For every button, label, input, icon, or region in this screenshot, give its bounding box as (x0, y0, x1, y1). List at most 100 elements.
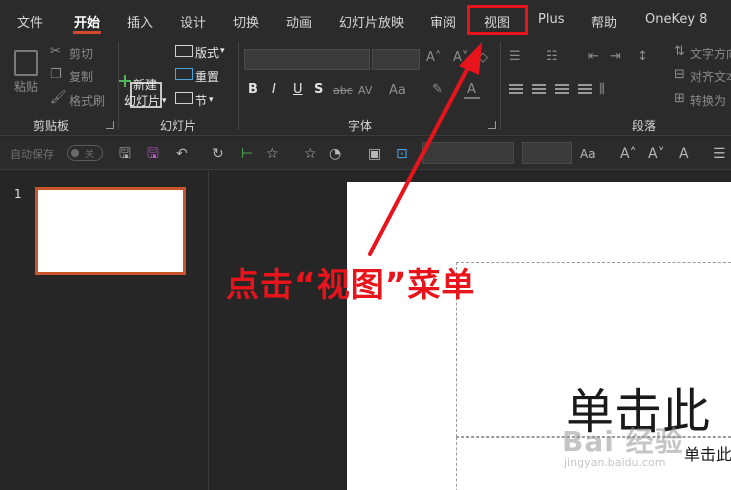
group-divider (500, 42, 501, 130)
decrease-font-icon[interactable]: A˅ (648, 146, 665, 162)
convert-smartart-icon[interactable]: ⊞ (674, 92, 685, 106)
change-case-button[interactable]: Aa (389, 84, 406, 98)
paragraph-group-label: 段落 (632, 119, 657, 133)
align-text-icon[interactable]: ⊟ (674, 68, 685, 82)
tab-transitions[interactable]: 切换 (233, 12, 259, 31)
watermark-brand: Bai 经验 (562, 425, 684, 458)
section-icon[interactable] (175, 92, 193, 104)
undo-icon[interactable]: ↶ (176, 146, 188, 162)
clipboard-launcher-icon[interactable] (106, 121, 114, 129)
layout-icon[interactable] (175, 45, 193, 57)
change-case-button[interactable]: Aa (580, 146, 596, 162)
columns-icon[interactable]: ⫼ (599, 83, 605, 97)
star-icon[interactable]: ☆ (266, 146, 279, 162)
reset-button[interactable]: 重置 (195, 68, 219, 85)
increase-font-icon[interactable]: A˄ (620, 146, 637, 162)
chevron-down-icon[interactable]: ▾ (220, 44, 225, 58)
decrease-font-icon[interactable]: A˅ (453, 51, 468, 65)
character-spacing-button[interactable]: AV (358, 84, 372, 98)
redo-icon[interactable]: ↻ (212, 146, 224, 162)
guide-icon[interactable]: ⊢ (241, 146, 253, 162)
convert-smartart-button[interactable]: 转换为 (690, 92, 726, 109)
watermark-url: jingyan.baidu.com (564, 456, 666, 469)
chevron-down-icon[interactable]: ▾ (162, 94, 167, 108)
bold-button[interactable]: B (248, 83, 258, 97)
tab-onekey[interactable]: OneKey 8 (645, 12, 707, 27)
font-launcher-icon[interactable] (488, 121, 496, 129)
slide-thumbnail[interactable] (35, 187, 186, 275)
numbering-icon[interactable]: ☷ (546, 50, 558, 64)
bullets-icon[interactable]: ☰ (713, 146, 726, 162)
font-color-bar (464, 97, 480, 99)
autosave-label: 自动保存 (10, 148, 54, 161)
tab-review[interactable]: 审阅 (430, 12, 456, 31)
subtitle-placeholder-text[interactable]: 单击此 (684, 441, 731, 465)
font-group-label: 字体 (348, 119, 373, 133)
save-as-icon[interactable]: 🖫 (147, 146, 159, 162)
toggle-knob (71, 149, 79, 157)
ribbon: 粘贴 ✂ 剪切 ❐ 复制 🖌 格式刷 剪贴板 新建 幻灯片 ▾ 版式 ▾ 重置 … (0, 38, 731, 136)
tab-file[interactable]: 文件 (17, 12, 43, 31)
tab-plus[interactable]: Plus (538, 12, 564, 27)
clipboard-group-label: 剪贴板 (33, 119, 70, 133)
clear-format-icon[interactable]: ◇ (478, 51, 488, 65)
copy-icon[interactable]: ❐ (50, 68, 62, 82)
layout-button[interactable]: 版式 (195, 44, 219, 61)
tab-help[interactable]: 帮助 (591, 12, 617, 31)
reset-icon[interactable] (175, 68, 193, 80)
text-direction-icon[interactable]: ⇅ (674, 45, 685, 59)
format-painter-icon[interactable]: 🖌 (50, 91, 67, 105)
highlight-icon[interactable]: ✎ (432, 83, 443, 97)
tab-animations[interactable]: 动画 (286, 12, 312, 31)
new-slide-label-line1[interactable]: 新建 (133, 76, 157, 93)
format-painter-button[interactable]: 格式刷 (69, 92, 105, 109)
group-divider (238, 42, 239, 130)
font-size-dropdown[interactable] (372, 49, 420, 70)
group-divider (118, 42, 119, 130)
text-direction-button[interactable]: 文字方向 (690, 45, 731, 62)
quick-access-toolbar: 自动保存 关 🖫 🖫 ↶ ↻ ⊢ ☆ ☆ ◔ ▣ ⊡ Aa A˄ A˅ A ☰ (0, 137, 731, 170)
chevron-down-icon[interactable]: ▾ (209, 93, 214, 107)
save-icon[interactable]: 🖫 (119, 146, 131, 162)
picture-icon[interactable]: ▣ (368, 146, 381, 162)
increase-indent-icon[interactable]: ⇥ (610, 50, 621, 64)
tab-insert[interactable]: 插入 (127, 12, 153, 31)
font-color-icon[interactable]: A (467, 83, 476, 97)
view-tab-highlight-box (467, 5, 528, 35)
align-left-icon[interactable] (509, 84, 523, 96)
align-text-button[interactable]: 对齐文本 (690, 68, 731, 85)
tab-design[interactable]: 设计 (180, 12, 206, 31)
scissors-icon[interactable]: ✂ (50, 45, 61, 59)
bullets-icon[interactable]: ☰ (509, 50, 521, 64)
shape-icon[interactable]: ☆ (304, 146, 317, 162)
paste-icon[interactable] (14, 50, 38, 76)
shadow-button[interactable]: S (314, 83, 323, 97)
copy-button[interactable]: 复制 (69, 68, 93, 85)
font-name-dropdown[interactable] (422, 142, 514, 164)
cut-button[interactable]: 剪切 (69, 45, 93, 62)
italic-button[interactable]: I (272, 83, 276, 97)
font-size-dropdown[interactable] (522, 142, 572, 164)
align-right-icon[interactable] (555, 84, 569, 96)
tab-slideshow[interactable]: 幻灯片放映 (339, 12, 404, 31)
crop-icon[interactable]: ⊡ (396, 146, 408, 162)
justify-icon[interactable] (578, 84, 592, 96)
font-color-icon[interactable]: A (679, 146, 689, 162)
line-spacing-icon[interactable]: ↕ (637, 50, 648, 64)
annotation-text: 点击“视图”菜单 (226, 265, 476, 304)
autosave-toggle[interactable]: 关 (67, 145, 103, 161)
tab-home[interactable]: 开始 (74, 12, 100, 31)
paste-label[interactable]: 粘贴 (14, 78, 38, 95)
increase-font-icon[interactable]: A˄ (426, 51, 441, 65)
underline-button[interactable]: U (293, 83, 303, 97)
slides-group-label: 幻灯片 (160, 119, 197, 133)
strikethrough-button[interactable]: abc (333, 84, 353, 98)
align-center-icon[interactable] (532, 84, 546, 96)
section-button[interactable]: 节 (195, 92, 207, 109)
shape-fill-icon[interactable]: ◔ (329, 146, 341, 162)
new-slide-label-line2[interactable]: 幻灯片 (124, 92, 160, 109)
active-tab-indicator (73, 31, 101, 34)
toggle-state-label: 关 (85, 150, 95, 160)
decrease-indent-icon[interactable]: ⇤ (588, 50, 599, 64)
font-name-dropdown[interactable] (244, 49, 370, 70)
